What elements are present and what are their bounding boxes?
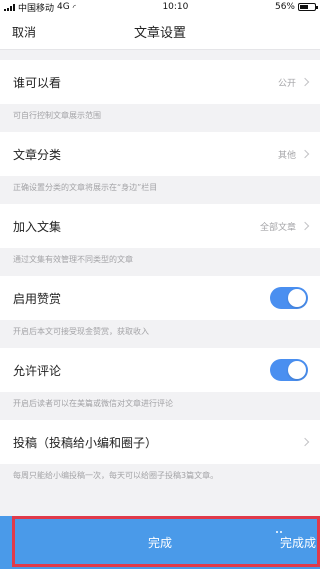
- status-time: 10:10: [162, 2, 189, 12]
- collection-value: 全部文章: [259, 222, 296, 233]
- submit-label: 投稿（投稿给小编和圈子）: [13, 435, 158, 450]
- visibility-value-group: 公开: [277, 76, 310, 89]
- collection-row[interactable]: 加入文集 全部文章: [0, 204, 320, 248]
- network-text: 4G: [57, 2, 70, 12]
- reward-toggle[interactable]: [270, 287, 308, 309]
- battery-icon: [298, 3, 318, 11]
- bottom-action-bar: 完成 完成成: [0, 516, 320, 569]
- chevron-right-icon: [300, 77, 310, 87]
- battery-fill: [300, 5, 308, 9]
- chevron-right-icon: [300, 221, 310, 231]
- wifi-icon: ◜: [72, 2, 76, 12]
- chevron-right-icon: [300, 149, 310, 159]
- cancel-button[interactable]: 取消: [12, 23, 36, 40]
- category-value: 其他: [277, 150, 296, 161]
- reward-row: 启用赞赏: [0, 276, 320, 320]
- reward-label: 启用赞赏: [13, 291, 62, 306]
- status-bar: 中国移动 4G ◜ 10:10 56%: [0, 0, 320, 14]
- visibility-description: 可自行控制文章展示范围: [13, 111, 101, 120]
- visibility-label: 谁可以看: [13, 75, 62, 90]
- carrier-text: 中国移动: [18, 3, 55, 14]
- submit-description: 每周只能给小编投稿一次，每天可以给圈子投稿3篇文章。: [13, 471, 219, 480]
- category-value-group: 其他: [277, 148, 310, 161]
- comments-toggle[interactable]: [270, 359, 308, 381]
- category-row[interactable]: 文章分类 其他: [0, 132, 320, 176]
- chevron-right-icon: [300, 437, 310, 447]
- signal-icon: [4, 3, 15, 11]
- category-description: 正确设置分类的文章将展示在“身边”栏目: [13, 183, 158, 192]
- nav-bar: 取消 文章设置: [0, 14, 320, 50]
- settings-list: 谁可以看 公开 可自行控制文章展示范围 文章分类 其他 正确设置分类的文章将展示…: [0, 50, 320, 492]
- status-right: 56%: [274, 2, 318, 12]
- status-left: 中国移动 4G ◜: [4, 1, 76, 14]
- comments-label: 允许评论: [13, 363, 62, 378]
- done-button[interactable]: 完成: [115, 516, 205, 569]
- comments-row: 允许评论: [0, 348, 320, 392]
- reward-description: 开启后本文可接受现金赞赏，获取收入: [13, 327, 149, 336]
- page-title: 文章设置: [133, 26, 186, 41]
- visibility-row[interactable]: 谁可以看 公开: [0, 60, 320, 104]
- battery-text: 56%: [274, 2, 295, 12]
- submit-row[interactable]: 投稿（投稿给小编和圈子）: [0, 420, 320, 464]
- visibility-value: 公开: [277, 78, 296, 89]
- category-label: 文章分类: [13, 147, 62, 162]
- collection-description: 通过文集有效管理不同类型的文章: [13, 255, 133, 264]
- collection-value-group: 全部文章: [259, 220, 310, 233]
- collection-label: 加入文集: [13, 219, 62, 234]
- comments-description: 开启后读者可以在美篇或微信对文章进行评论: [13, 399, 173, 408]
- done-button-duplicate[interactable]: 完成成: [280, 516, 316, 569]
